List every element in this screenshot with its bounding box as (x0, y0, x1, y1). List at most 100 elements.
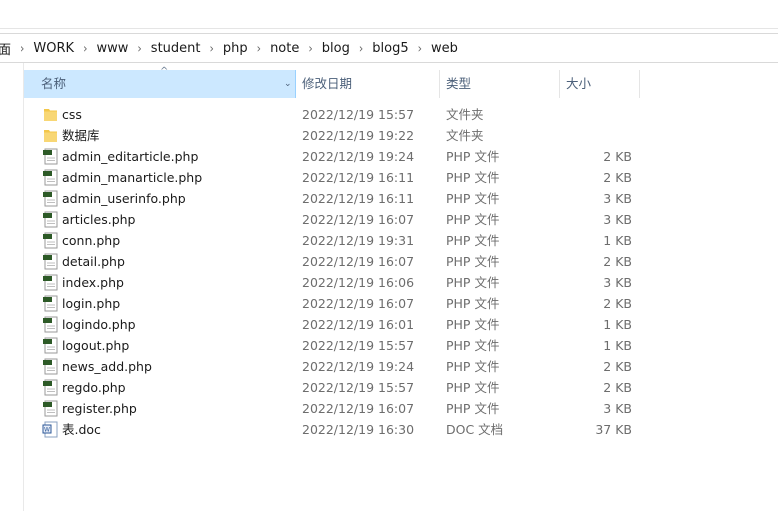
file-modified-date: 2022/12/19 19:22 (302, 128, 415, 143)
column-header-row: ^ 名称 ⌄ 修改日期 类型 大小 (24, 67, 640, 98)
breadcrumb-chevron-icon[interactable]: › (308, 41, 312, 56)
file-size: 3 KB (603, 275, 632, 290)
file-name: conn.php (62, 233, 121, 248)
file-type: PHP 文件 (446, 191, 500, 206)
breadcrumb-chevron-icon[interactable]: › (359, 41, 363, 56)
php-file-icon (40, 209, 58, 230)
file-name: register.php (62, 401, 137, 416)
breadcrumb-chevron-icon[interactable]: › (210, 41, 214, 56)
file-row[interactable]: news_add.php 2022/12/19 19:24 PHP 文件 2 KB (24, 356, 640, 377)
file-size: 2 KB (603, 359, 632, 374)
breadcrumb-chevron-icon[interactable]: › (137, 41, 141, 56)
file-row[interactable]: regdo.php 2022/12/19 15:57 PHP 文件 2 KB (24, 377, 640, 398)
breadcrumb-item[interactable]: php (223, 41, 248, 56)
file-row[interactable]: admin_manarticle.php 2022/12/19 16:11 PHP … (24, 167, 640, 188)
column-header-size[interactable]: 大小 (560, 70, 640, 98)
file-type: PHP 文件 (446, 149, 500, 164)
window-top-strip (0, 0, 778, 29)
file-name: login.php (62, 296, 121, 311)
file-row[interactable]: detail.php 2022/12/19 16:07 PHP 文件 2 KB (24, 251, 640, 272)
folder-icon (40, 125, 58, 146)
file-name: logout.php (62, 338, 130, 353)
file-size: 2 KB (603, 149, 632, 164)
file-type: PHP 文件 (446, 275, 500, 290)
file-row[interactable]: register.php 2022/12/19 16:07 PHP 文件 3 KB (24, 398, 640, 419)
file-type: PHP 文件 (446, 359, 500, 374)
file-type: PHP 文件 (446, 401, 500, 416)
breadcrumb-item[interactable]: note (270, 41, 299, 56)
file-row[interactable]: 数据库 2022/12/19 19:22 文件夹 (24, 125, 640, 146)
file-row[interactable]: admin_userinfo.php 2022/12/19 16:11 PHP 文件… (24, 188, 640, 209)
column-header-type[interactable]: 类型 (440, 70, 560, 98)
file-row[interactable]: logout.php 2022/12/19 15:57 PHP 文件 1 KB (24, 335, 640, 356)
file-type: PHP 文件 (446, 296, 500, 311)
breadcrumb-item[interactable]: web (431, 41, 458, 56)
column-header-type-label: 类型 (446, 76, 472, 91)
file-type: DOC 文档 (446, 422, 504, 437)
php-file-icon (40, 335, 58, 356)
breadcrumb-chevron-icon[interactable]: › (257, 41, 261, 56)
address-bar[interactable]: 面 › WORK › www › student › php › note › blog › blog5 › w… (0, 33, 778, 63)
file-modified-date: 2022/12/19 16:06 (302, 275, 415, 290)
file-size: 1 KB (603, 233, 632, 248)
file-modified-date: 2022/12/19 16:07 (302, 401, 415, 416)
file-name: admin_editarticle.php (62, 149, 199, 164)
file-row[interactable]: css 2022/12/19 15:57 文件夹 (24, 104, 640, 125)
file-row[interactable]: logindo.php 2022/12/19 16:01 PHP 文件 1 KB (24, 314, 640, 335)
file-name: articles.php (62, 212, 136, 227)
file-modified-date: 2022/12/19 19:24 (302, 359, 415, 374)
file-name: logindo.php (62, 317, 136, 332)
breadcrumb-item[interactable]: student (151, 41, 201, 56)
file-type: PHP 文件 (446, 233, 500, 248)
php-file-icon (40, 167, 58, 188)
file-modified-date: 2022/12/19 16:01 (302, 317, 415, 332)
file-size: 2 KB (603, 254, 632, 269)
file-type: 文件夹 (446, 107, 484, 122)
php-file-icon (40, 314, 58, 335)
column-header-size-label: 大小 (566, 76, 592, 91)
file-size (560, 104, 632, 125)
breadcrumb-item[interactable]: blog5 (372, 41, 408, 56)
file-row[interactable]: login.php 2022/12/19 16:07 PHP 文件 2 KB (24, 293, 640, 314)
breadcrumb-item[interactable]: www (96, 41, 128, 56)
file-size: 2 KB (603, 170, 632, 185)
file-name: admin_manarticle.php (62, 170, 203, 185)
file-type: PHP 文件 (446, 317, 500, 332)
file-row[interactable]: W 表.doc 2022/12/19 16:30 DOC 文档 37 KB (24, 419, 640, 440)
file-row[interactable]: index.php 2022/12/19 16:06 PHP 文件 3 KB (24, 272, 640, 293)
file-modified-date: 2022/12/19 16:30 (302, 422, 415, 437)
file-type: PHP 文件 (446, 254, 500, 269)
breadcrumb-item[interactable]: WORK (33, 41, 74, 56)
file-size: 2 KB (603, 380, 632, 395)
file-size: 3 KB (603, 191, 632, 206)
file-type: PHP 文件 (446, 170, 500, 185)
breadcrumb-item[interactable]: blog (322, 41, 350, 56)
column-header-name[interactable]: ^ 名称 (24, 67, 296, 98)
file-size: 2 KB (603, 296, 632, 311)
breadcrumb-chevron-icon[interactable]: › (418, 41, 422, 56)
file-name: news_add.php (62, 359, 152, 374)
file-size (560, 125, 632, 146)
file-modified-date: 2022/12/19 16:07 (302, 296, 415, 311)
folder-icon (40, 104, 58, 125)
breadcrumb-item[interactable]: 面 (0, 39, 11, 58)
file-modified-date: 2022/12/19 15:57 (302, 380, 415, 395)
file-size: 1 KB (603, 317, 632, 332)
column-header-date[interactable]: 修改日期 (296, 70, 440, 98)
file-size: 37 KB (595, 422, 632, 437)
file-size: 1 KB (603, 338, 632, 353)
file-type: PHP 文件 (446, 380, 500, 395)
column-filter-dropdown[interactable]: ⌄ (282, 70, 296, 98)
file-row[interactable]: articles.php 2022/12/19 16:07 PHP 文件 3 KB (24, 209, 640, 230)
breadcrumb-chevron-icon[interactable]: › (20, 41, 24, 56)
file-type: PHP 文件 (446, 338, 500, 353)
file-row[interactable]: conn.php 2022/12/19 19:31 PHP 文件 1 KB (24, 230, 640, 251)
file-name: index.php (62, 275, 124, 290)
php-file-icon (40, 356, 58, 377)
file-modified-date: 2022/12/19 19:24 (302, 149, 415, 164)
file-size: 3 KB (603, 401, 632, 416)
breadcrumb-chevron-icon[interactable]: › (83, 41, 87, 56)
php-file-icon (40, 398, 58, 419)
file-name: css (62, 107, 82, 122)
file-row[interactable]: admin_editarticle.php 2022/12/19 19:24 PHP… (24, 146, 640, 167)
